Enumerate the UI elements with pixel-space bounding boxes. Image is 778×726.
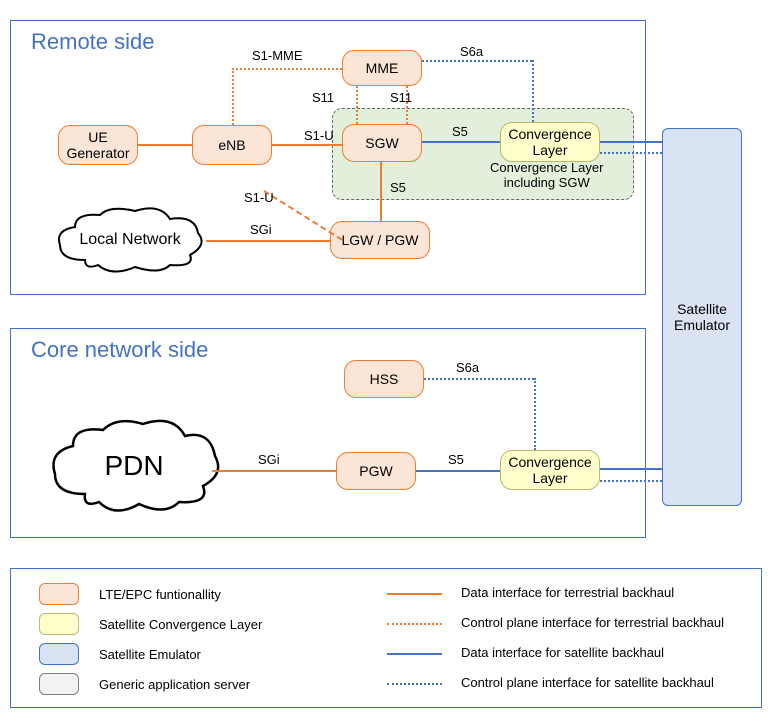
legend-swatch-scl: [39, 613, 79, 635]
remote-title: Remote side: [31, 29, 155, 55]
sgw-box-caption: Convergence Layer including SGW: [490, 160, 603, 190]
legend-line-ctrlsat: [387, 683, 442, 685]
label-s1u2: S1-U: [244, 190, 274, 205]
legend-line-ctrlterr: [387, 623, 442, 625]
link-conv-sat-bot-ctrl: [600, 480, 662, 482]
ue-generator-node: UE Generator: [58, 125, 138, 165]
link-mme-sgw-l: [356, 86, 358, 124]
legend-sat: Satellite Emulator: [99, 647, 201, 662]
legend-swatch-gen: [39, 673, 79, 695]
lgw-pgw-node: LGW / PGW: [330, 221, 430, 259]
legend-dataterr: Data interface for terrestrial backhaul: [461, 585, 674, 600]
mme-node: MME: [342, 50, 422, 86]
local-network-cloud: Local Network: [50, 205, 210, 275]
link-enb-sgw: [272, 144, 342, 146]
link-pdn-pgw: [212, 470, 336, 472]
legend-gen: Generic application server: [99, 677, 250, 692]
link-hss-s6a-v: [534, 378, 536, 450]
legend-line-dataterr: [387, 593, 442, 595]
link-hss-s6a-h: [424, 378, 534, 380]
pgw-node: PGW: [336, 452, 416, 490]
hss-node: HSS: [344, 360, 424, 398]
label-s5-bot: S5: [448, 452, 464, 467]
link-mme-s6a-v: [532, 60, 534, 122]
link-sgw-lgw: [380, 162, 382, 221]
link-ue-enb: [138, 144, 192, 146]
link-enb-mme-h: [232, 68, 342, 70]
legend-datasat: Data interface for satellite backhaul: [461, 645, 664, 660]
core-title: Core network side: [31, 337, 208, 363]
legend-ctrlsat: Control plane interface for satellite ba…: [461, 675, 714, 690]
satellite-emulator-node: Satellite Emulator: [662, 128, 742, 506]
label-s5-top: S5: [452, 124, 468, 139]
legend-lte: LTE/EPC funtionallity: [99, 587, 221, 602]
legend-swatch-lte: [39, 583, 79, 605]
conv-layer-core-node: Convergence Layer: [500, 450, 600, 490]
label-s5-mid: S5: [390, 180, 406, 195]
pdn-cloud: PDN: [45, 416, 223, 516]
label-s11-r: S11: [390, 90, 412, 105]
label-s6a-top: S6a: [460, 44, 483, 59]
link-sgw-conv: [422, 141, 500, 143]
link-conv-sat-bot: [600, 468, 662, 470]
legend-swatch-sat: [39, 643, 79, 665]
pdn-label: PDN: [104, 450, 163, 482]
link-enb-mme-v: [232, 68, 234, 125]
legend-line-datasat: [387, 653, 442, 655]
label-sgi: SGi: [250, 222, 272, 237]
legend-scl: Satellite Convergence Layer: [99, 617, 262, 632]
link-pgw-conv: [416, 470, 500, 472]
label-s6a-bot: S6a: [456, 360, 479, 375]
enb-node: eNB: [192, 125, 272, 165]
label-sgi-bot: SGi: [258, 452, 280, 467]
diagram-canvas: Remote side Core network side Convergenc…: [0, 0, 778, 726]
legend-panel: LTE/EPC funtionallity Satellite Converge…: [10, 568, 762, 708]
label-s1u: S1-U: [304, 128, 334, 143]
sgw-node: SGW: [342, 124, 422, 162]
link-conv-sat-ctrl: [600, 152, 662, 154]
legend-ctrlterr: Control plane interface for terrestrial …: [461, 615, 724, 630]
link-mme-s6a-h: [422, 60, 532, 62]
label-s11-l: S11: [312, 90, 334, 105]
conv-layer-remote-node: Convergence Layer: [500, 122, 600, 162]
link-conv-sat-top: [600, 141, 662, 143]
local-network-label: Local Network: [79, 231, 180, 249]
label-s1mme: S1-MME: [252, 48, 303, 63]
link-local-lgw: [206, 240, 330, 242]
